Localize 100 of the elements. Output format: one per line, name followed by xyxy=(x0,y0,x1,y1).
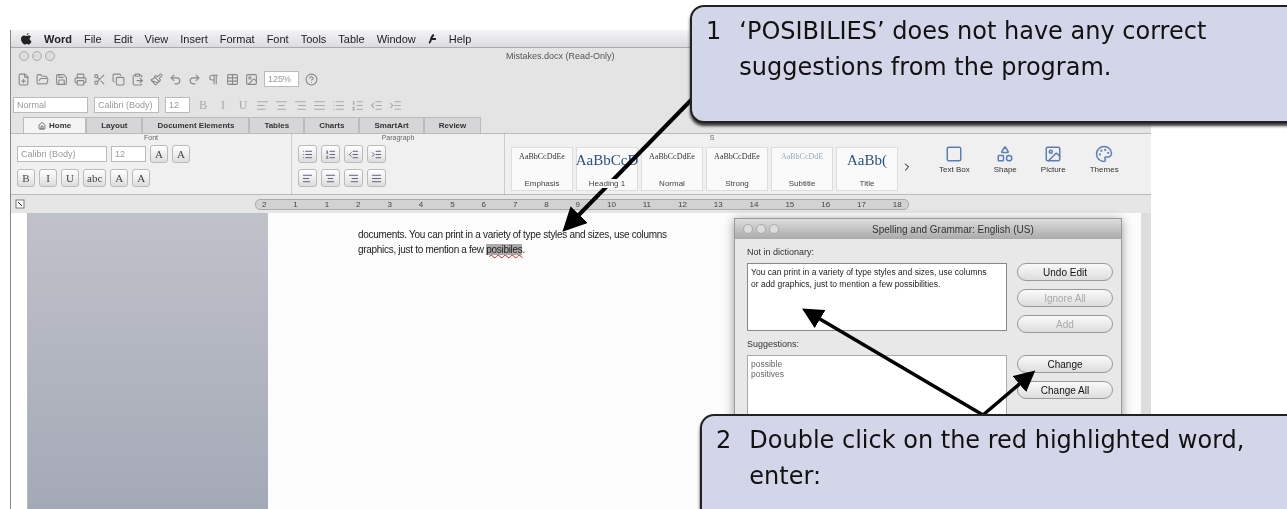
minimize-icon[interactable] xyxy=(756,224,766,234)
folder-icon[interactable] xyxy=(36,72,49,86)
insert-button[interactable]: Themes xyxy=(1083,144,1125,194)
bullet-list-icon xyxy=(302,148,313,160)
align-right-button[interactable] xyxy=(344,169,363,187)
insert-button[interactable]: Picture xyxy=(1034,144,1072,194)
style-tile[interactable]: AaBbCcDdEe Emphasis xyxy=(511,147,573,191)
style-tile[interactable]: AaBbCcDdEe Strong xyxy=(706,147,768,191)
align-right-icon[interactable] xyxy=(294,98,307,112)
format-button[interactable]: U xyxy=(61,169,79,187)
sentence-field[interactable]: You can print in a variety of type styles and sizes, use columns or add graphics, just to mention a few possibilities. xyxy=(747,263,1007,331)
font-size-button[interactable]: A xyxy=(150,145,168,163)
style-tile[interactable]: AaBbCcDdE Subtitle xyxy=(771,147,833,191)
menu-item[interactable]: Window xyxy=(376,32,416,45)
style-tile[interactable]: AaBbCcDdEe Normal xyxy=(641,147,703,191)
ribbon-tab[interactable]: Document Elements xyxy=(142,117,250,133)
picture-icon xyxy=(1044,145,1063,163)
undo-icon[interactable] xyxy=(169,72,182,86)
menu-item[interactable]: Help xyxy=(448,32,472,45)
format-button[interactable]: abc xyxy=(83,169,107,187)
apple-logo-icon[interactable] xyxy=(21,32,32,45)
menu-item[interactable]: Tools xyxy=(300,32,327,45)
pilcrow-icon[interactable] xyxy=(207,72,220,86)
menu-item[interactable]: Table xyxy=(338,32,365,45)
field-label: Suggestions: xyxy=(747,339,801,349)
outdent-icon xyxy=(348,148,359,160)
app-menu[interactable]: Word xyxy=(44,32,72,45)
format-button[interactable]: B xyxy=(17,169,35,187)
ribbon-tab[interactable]: Layout xyxy=(86,117,143,133)
field-label: Not in dictionary: xyxy=(747,247,816,257)
dialog-button[interactable]: Change xyxy=(1017,355,1113,373)
horizontal-ruler: 2 1 1 2 3 4 5 6 7 8 9 10 11 12 13 14 15 16 17 18 xyxy=(255,198,909,210)
indent-icon xyxy=(371,148,382,160)
bullet-list-button[interactable] xyxy=(298,145,317,163)
home-icon xyxy=(38,121,46,130)
ribbon-tab[interactable]: Charts xyxy=(304,117,360,133)
outdent-icon[interactable] xyxy=(370,98,383,112)
numbered-list-icon xyxy=(325,148,336,160)
paste-icon[interactable] xyxy=(131,72,144,86)
dialog-title: Spelling and Grammar: English (US) xyxy=(872,223,1034,235)
tab-selector-icon[interactable] xyxy=(15,199,25,209)
ribbon-tab[interactable]: Home xyxy=(23,117,87,133)
align-right-icon xyxy=(348,172,359,184)
ribbon-tab[interactable]: Tables xyxy=(249,117,305,133)
redo-icon[interactable] xyxy=(188,72,201,86)
menu-item[interactable]: Font xyxy=(266,32,289,45)
align-left-button[interactable] xyxy=(298,169,317,187)
format-button[interactable]: A xyxy=(110,169,129,187)
paintbrush-icon[interactable] xyxy=(150,72,163,86)
dialog-button[interactable]: Change All xyxy=(1017,381,1113,399)
shapes-icon xyxy=(996,145,1015,163)
new-document-icon[interactable] xyxy=(17,72,30,86)
callout-text: ‘POSIBILIES’ does not have any correct suggestions from the program. xyxy=(739,16,1208,83)
script-menu-icon[interactable] xyxy=(427,32,437,45)
menu-item[interactable]: View xyxy=(144,32,169,45)
align-center-icon xyxy=(325,172,336,184)
indent-icon[interactable] xyxy=(389,98,402,112)
numbered-list-icon[interactable] xyxy=(351,98,364,112)
image-icon[interactable] xyxy=(245,72,258,86)
align-left-icon xyxy=(302,172,313,184)
table-icon[interactable] xyxy=(226,72,239,86)
align-left-icon[interactable] xyxy=(256,98,269,112)
align-center-icon[interactable] xyxy=(275,98,288,112)
help-icon[interactable] xyxy=(305,72,318,86)
save-icon[interactable] xyxy=(55,72,68,86)
close-icon[interactable] xyxy=(743,224,753,234)
justify-icon xyxy=(371,172,382,184)
align-center-button[interactable] xyxy=(321,169,340,187)
indent-button[interactable] xyxy=(367,145,386,163)
insert-button[interactable]: Text Box xyxy=(933,144,976,194)
callout-text: Double click on the red highlighted word, enter: xyxy=(749,425,1246,492)
format-button[interactable]: A xyxy=(132,169,151,187)
numbered-list-button[interactable] xyxy=(321,145,340,163)
menu-item[interactable]: Insert xyxy=(180,32,208,45)
menu-item[interactable]: Format xyxy=(219,32,255,45)
format-button[interactable]: I xyxy=(39,169,57,187)
scissors-icon[interactable] xyxy=(93,72,106,86)
zoom-icon[interactable] xyxy=(45,51,55,61)
ribbon-tab[interactable]: SmartArt xyxy=(359,117,424,133)
copy-icon[interactable] xyxy=(112,72,125,86)
menu-item[interactable]: Edit xyxy=(113,32,133,45)
bullet-list-icon[interactable] xyxy=(332,98,345,112)
printer-icon[interactable] xyxy=(74,72,87,86)
document-text: documents. You can print in a variety of type styles and sizes, use columns xyxy=(358,229,667,240)
style-tile[interactable]: AaBb( Title xyxy=(836,147,898,191)
text-box-icon xyxy=(945,145,964,163)
ribbon-tab[interactable]: Review xyxy=(423,117,482,133)
justify-button[interactable] xyxy=(367,169,386,187)
close-icon[interactable] xyxy=(19,51,29,61)
minimize-icon[interactable] xyxy=(32,51,42,61)
suggestion-item[interactable]: possible xyxy=(751,359,1003,369)
dialog-button[interactable]: Undo Edit xyxy=(1017,263,1113,281)
outdent-button[interactable] xyxy=(344,145,363,163)
menu-item[interactable]: File xyxy=(83,32,102,45)
insert-button[interactable]: Shape xyxy=(987,144,1023,194)
suggestion-item[interactable]: positives xyxy=(751,369,1003,379)
step-number: 1 xyxy=(706,16,722,47)
justify-icon[interactable] xyxy=(313,98,326,112)
zoom-icon[interactable] xyxy=(769,224,779,234)
font-size-button[interactable]: A xyxy=(172,145,190,163)
